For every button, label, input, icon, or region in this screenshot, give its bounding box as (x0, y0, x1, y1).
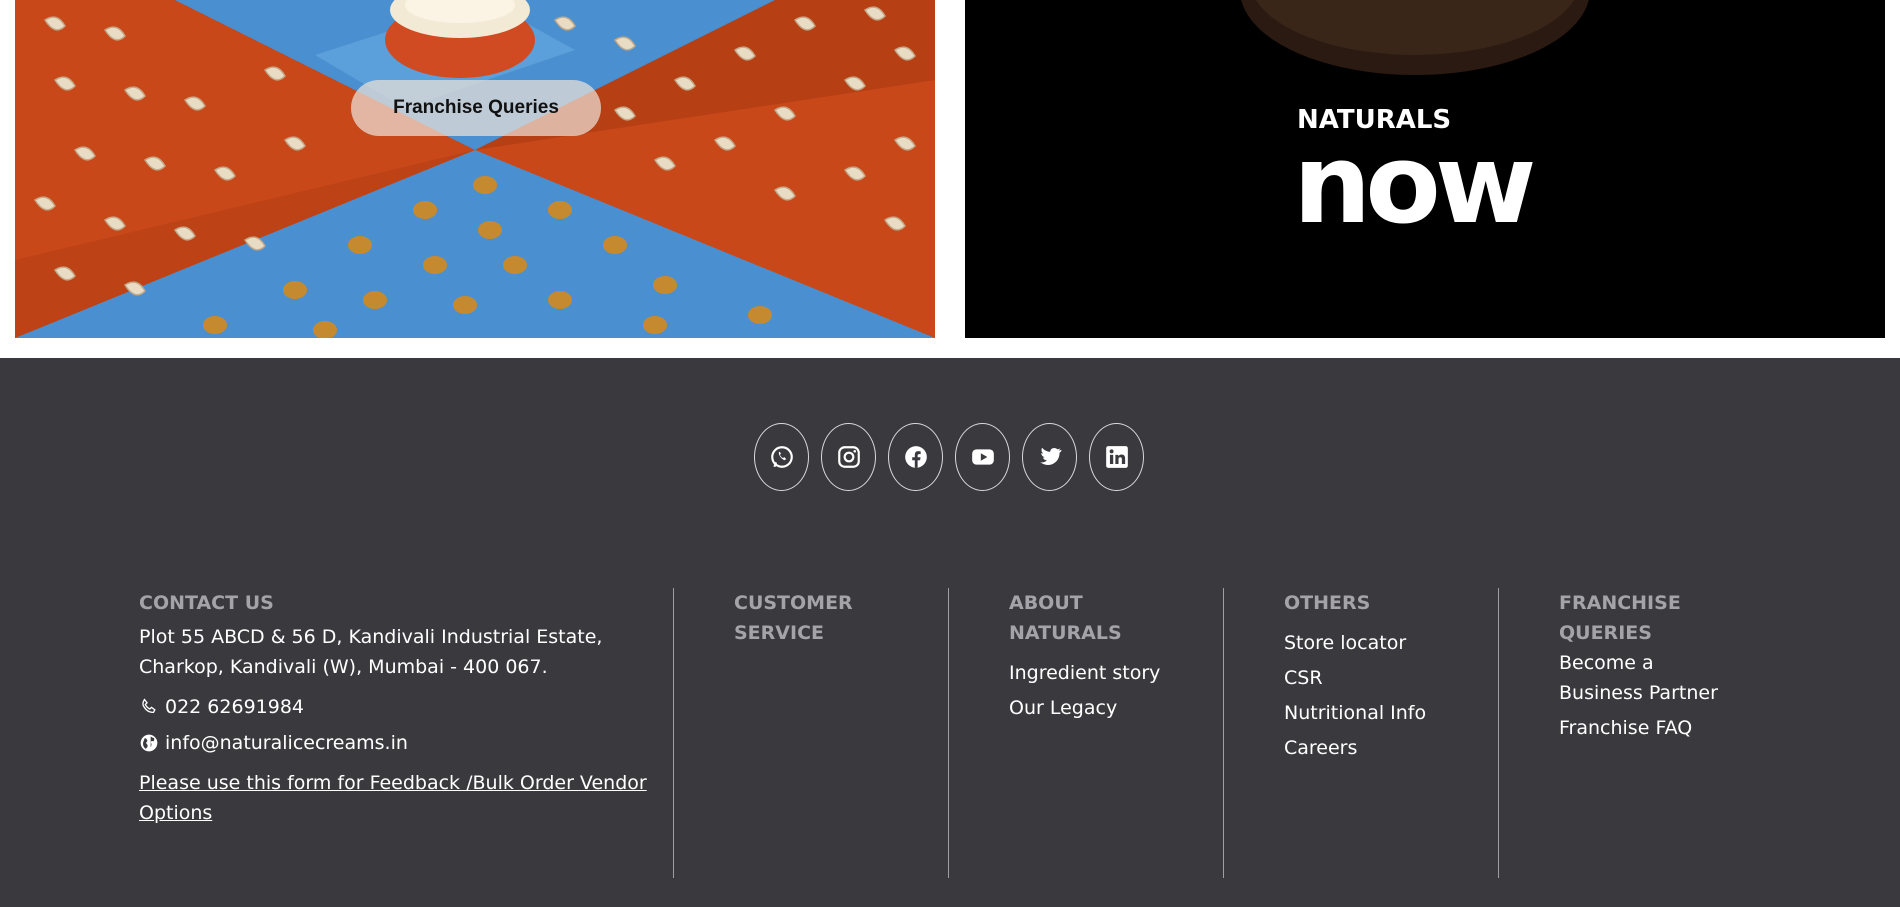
column-divider (1223, 588, 1224, 878)
about-column: ABOUT NATURALS Ingredient story Our Lega… (1009, 588, 1189, 726)
contact-phone-row[interactable]: 022 62691984 (139, 696, 659, 718)
social-links (754, 423, 1144, 491)
franchise-heading: FRANCHISE QUERIES (1559, 592, 1681, 644)
youtube-icon (971, 449, 994, 465)
others-links: Store locator CSR Nutritional Info Caree… (1284, 626, 1464, 766)
link-our-legacy[interactable]: Our Legacy (1009, 691, 1189, 726)
franchise-queries-button[interactable]: Franchise Queries (351, 80, 601, 136)
contact-phone: 022 62691984 (165, 696, 305, 718)
link-ingredient-story[interactable]: Ingredient story (1009, 656, 1189, 691)
contact-column: CONTACT US Plot 55 ABCD & 56 D, Kandival… (139, 588, 659, 828)
contact-heading: CONTACT US (139, 592, 274, 614)
naturals-now-logo: NATURALS now (965, 0, 1885, 338)
link-become-business-partner[interactable]: Become a Business Partner (1559, 648, 1719, 708)
twitter-button[interactable] (1022, 423, 1077, 491)
column-divider (948, 588, 949, 878)
link-franchise-faq[interactable]: Franchise FAQ (1559, 713, 1719, 743)
customer-service-heading: CUSTOMER SERVICE (734, 592, 853, 644)
others-heading: OTHERS (1284, 592, 1371, 614)
customer-service-column: CUSTOMER SERVICE (734, 588, 914, 656)
phone-icon (142, 698, 156, 714)
link-nutritional-info[interactable]: Nutritional Info (1284, 696, 1464, 731)
column-divider (673, 588, 674, 878)
whatsapp-icon (770, 446, 793, 468)
linkedin-icon (1105, 446, 1128, 468)
others-column: OTHERS Store locator CSR Nutritional Inf… (1284, 588, 1464, 766)
linkedin-button[interactable] (1089, 423, 1144, 491)
youtube-button[interactable] (955, 423, 1010, 491)
site-footer: CONTACT US Plot 55 ABCD & 56 D, Kandival… (0, 358, 1900, 907)
column-divider (1498, 588, 1499, 878)
globe-icon (140, 734, 158, 752)
link-careers[interactable]: Careers (1284, 731, 1464, 766)
feedback-form-link[interactable]: Please use this form for Feedback /Bulk … (139, 768, 659, 828)
franchise-links: Become a Business Partner Franchise FAQ (1559, 648, 1719, 743)
franchise-column: FRANCHISE QUERIES Become a Business Part… (1559, 588, 1719, 743)
franchise-promo-tile[interactable]: Franchise Queries (15, 0, 935, 338)
about-links: Ingredient story Our Legacy (1009, 656, 1189, 726)
instagram-button[interactable] (821, 423, 876, 491)
whatsapp-button[interactable] (754, 423, 809, 491)
contact-email-row[interactable]: info@naturalicecreams.in (139, 732, 659, 754)
link-store-locator[interactable]: Store locator (1284, 626, 1464, 661)
facebook-button[interactable] (888, 423, 943, 491)
logo-now-text: now (1293, 120, 1533, 248)
link-csr[interactable]: CSR (1284, 661, 1464, 696)
instagram-icon (837, 446, 860, 468)
contact-email: info@naturalicecreams.in (165, 732, 408, 754)
facebook-icon (904, 446, 927, 468)
cashew-raisin-artwork (15, 0, 935, 338)
about-heading: ABOUT NATURALS (1009, 592, 1122, 644)
naturals-now-tile[interactable]: NATURALS now (965, 0, 1885, 338)
twitter-icon (1039, 447, 1062, 466)
contact-address: Plot 55 ABCD & 56 D, Kandivali Industria… (139, 626, 603, 678)
